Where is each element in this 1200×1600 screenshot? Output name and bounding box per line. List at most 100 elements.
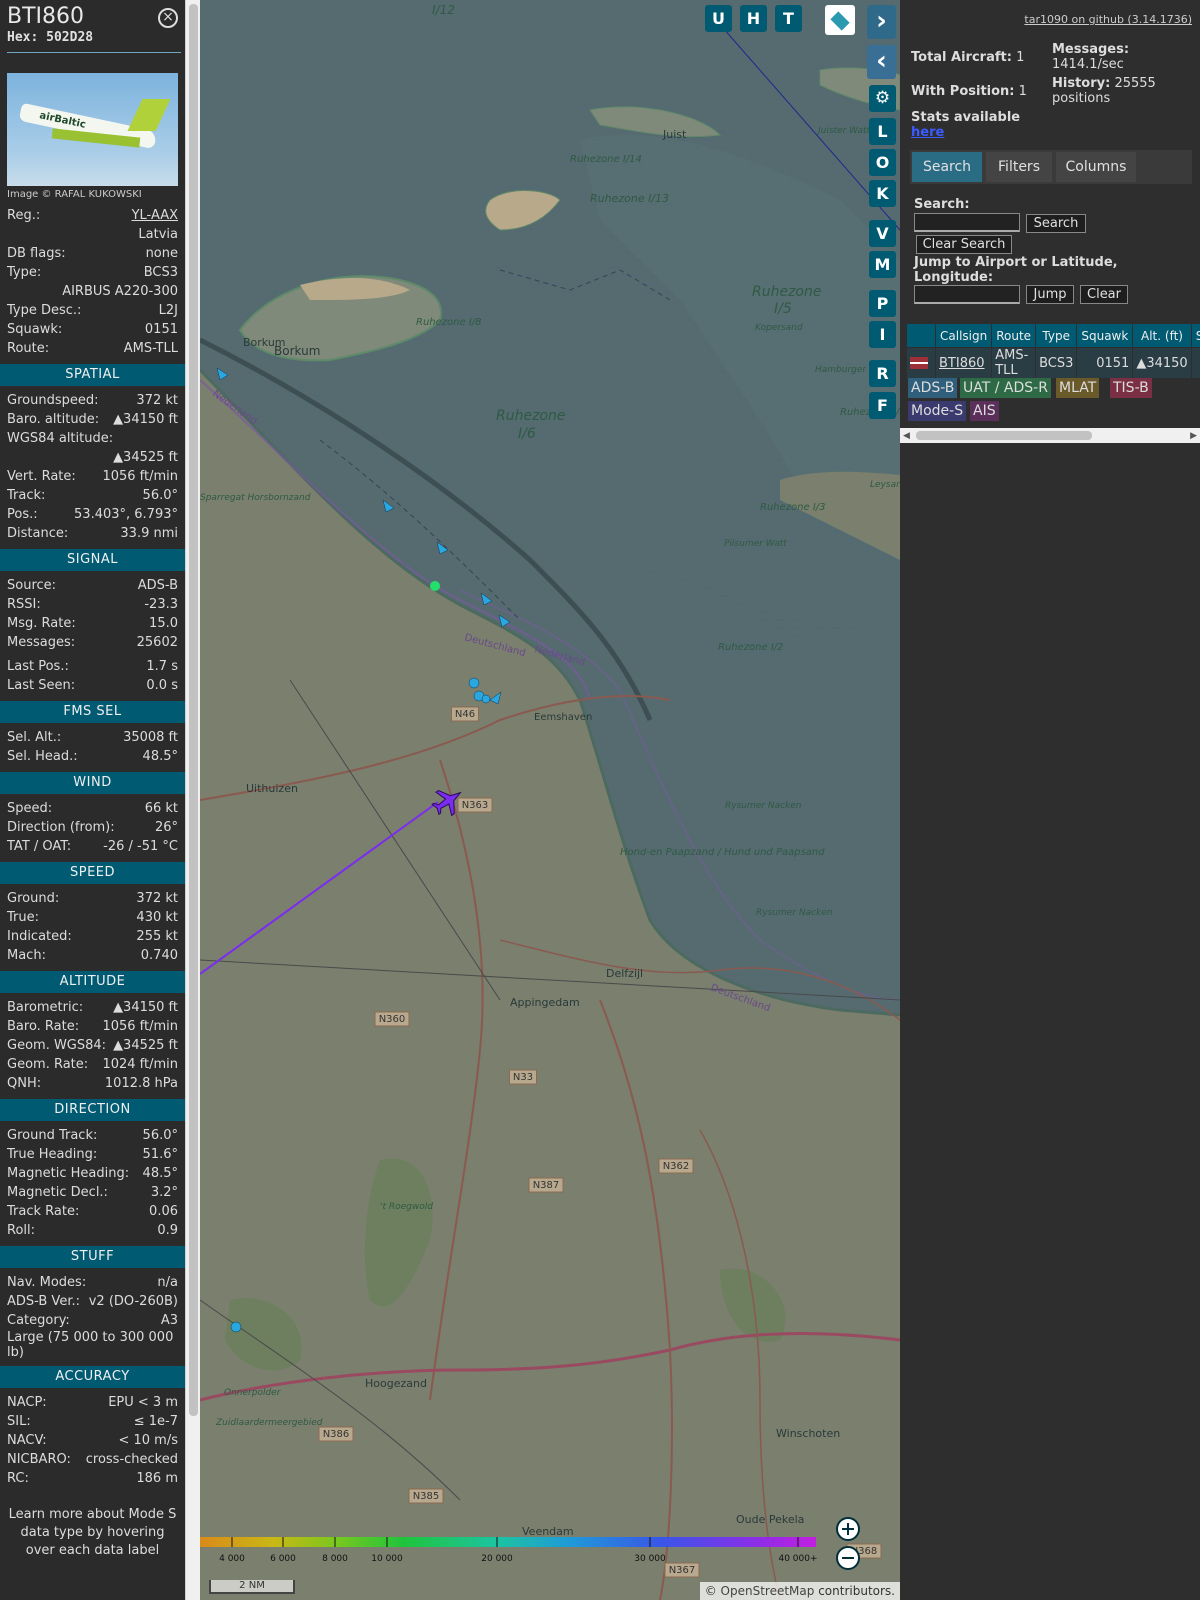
info-key[interactable]: Sel. Alt.: xyxy=(7,728,61,747)
info-key[interactable]: QNH: xyxy=(7,1074,41,1093)
close-icon[interactable]: × xyxy=(158,8,178,28)
map-button-u[interactable]: U xyxy=(705,5,732,32)
info-key[interactable]: Indicated: xyxy=(7,927,72,946)
info-key[interactable]: Type: xyxy=(7,263,41,282)
column-header[interactable]: Squawk xyxy=(1076,323,1134,348)
zoom-out-button[interactable] xyxy=(836,1546,860,1570)
jump-button[interactable]: Jump xyxy=(1026,285,1074,304)
collapse-sidebar-icon[interactable]: ‹ xyxy=(867,45,896,79)
info-key[interactable]: Track: xyxy=(7,486,45,505)
info-key[interactable]: Messages: xyxy=(7,633,75,652)
info-key[interactable]: DB flags: xyxy=(7,244,66,263)
info-key[interactable]: Source: xyxy=(7,576,56,595)
jump-input[interactable] xyxy=(914,285,1020,304)
info-scrollbar[interactable] xyxy=(185,0,200,1600)
info-key[interactable]: Direction (from): xyxy=(7,818,115,837)
info-key[interactable]: Barometric: xyxy=(7,998,83,1017)
cell-callsign[interactable]: BTI860 xyxy=(934,347,992,378)
scroll-right-icon[interactable]: ▶ xyxy=(1190,431,1197,441)
info-key[interactable]: Geom. WGS84: xyxy=(7,1036,106,1055)
map-button-l[interactable]: L xyxy=(869,118,896,145)
map-button-p[interactable]: P xyxy=(869,290,896,317)
info-key[interactable]: Ground: xyxy=(7,889,59,908)
info-key[interactable]: ADS-B Ver.: xyxy=(7,1292,80,1311)
tab-search[interactable]: Search xyxy=(912,152,982,182)
table-horizontal-scrollbar[interactable]: ◀ ▶ xyxy=(900,428,1200,443)
info-key[interactable]: Speed: xyxy=(7,799,52,818)
search-input[interactable] xyxy=(914,213,1020,232)
info-key[interactable]: RSSI: xyxy=(7,595,41,614)
tab-filters[interactable]: Filters xyxy=(986,152,1052,182)
clear-button[interactable]: Clear xyxy=(1080,285,1128,304)
map-button-r[interactable]: R xyxy=(869,360,896,387)
column-header[interactable]: Callsign xyxy=(934,323,993,348)
column-header[interactable]: Route xyxy=(991,323,1037,348)
table-row[interactable]: BTI860 AMS-TLL BCS3 0151 ▲34150 xyxy=(906,347,1200,378)
info-key[interactable]: RC: xyxy=(7,1469,29,1488)
info-key[interactable]: Last Seen: xyxy=(7,676,75,695)
info-key[interactable]: Msg. Rate: xyxy=(7,614,76,633)
map[interactable]: I/12 Juist Borkum Borkum Ruhezone I/14 R… xyxy=(200,0,900,1600)
info-key[interactable]: Distance: xyxy=(7,524,68,543)
info-key[interactable]: Roll: xyxy=(7,1221,35,1240)
info-key[interactable]: Squawk: xyxy=(7,320,62,339)
column-header[interactable]: S xyxy=(1190,323,1200,348)
info-key[interactable]: Category: xyxy=(7,1311,70,1330)
info-key[interactable]: Magnetic Heading: xyxy=(7,1164,129,1183)
scroll-left-icon[interactable]: ◀ xyxy=(903,431,910,441)
stats-link[interactable]: here xyxy=(911,125,944,140)
info-key[interactable]: Track Rate: xyxy=(7,1202,79,1221)
info-key[interactable]: SIL: xyxy=(7,1412,31,1431)
map-button-v[interactable]: V xyxy=(869,220,896,247)
info-key[interactable]: True Heading: xyxy=(7,1145,97,1164)
map-button-h[interactable]: H xyxy=(740,5,767,32)
layers-icon[interactable] xyxy=(825,5,855,35)
info-key[interactable]: Sel. Head.: xyxy=(7,747,78,766)
info-key[interactable]: True: xyxy=(7,908,39,927)
map-button-k[interactable]: K xyxy=(869,180,896,207)
info-key[interactable]: Type Desc.: xyxy=(7,301,81,320)
info-key[interactable]: Groundspeed: xyxy=(7,391,98,410)
aircraft-photo[interactable]: airBaltic xyxy=(7,73,178,186)
registration-link[interactable]: YL-AAX xyxy=(132,206,178,225)
column-header[interactable] xyxy=(906,323,936,348)
info-key[interactable]: NACV: xyxy=(7,1431,47,1450)
info-key[interactable]: Ground Track: xyxy=(7,1126,97,1145)
map-button-o[interactable]: O xyxy=(869,149,896,176)
map-button-f[interactable]: F xyxy=(869,392,896,419)
info-key[interactable]: Baro. altitude: xyxy=(7,410,99,429)
map-button-i[interactable]: I xyxy=(869,321,896,348)
info-key[interactable]: Reg.: xyxy=(7,206,40,225)
info-key[interactable]: TAT / OAT: xyxy=(7,837,71,856)
vessel-marker[interactable] xyxy=(481,694,491,704)
tab-columns[interactable]: Columns xyxy=(1056,152,1136,182)
vessel-marker[interactable] xyxy=(468,677,480,689)
zoom-in-button[interactable] xyxy=(836,1517,860,1541)
column-header[interactable]: Type xyxy=(1035,323,1078,348)
info-key[interactable]: WGS84 altitude: xyxy=(7,429,113,448)
info-key[interactable]: Route: xyxy=(7,339,49,358)
info-scrollbar-thumb[interactable] xyxy=(189,4,198,1416)
settings-gear-icon[interactable]: ⚙ xyxy=(869,85,896,112)
table-scroll-thumb[interactable] xyxy=(916,431,1092,440)
info-key[interactable]: NICBARO: xyxy=(7,1450,71,1469)
info-key[interactable]: Pos.: xyxy=(7,505,38,524)
map-canvas[interactable]: I/12 Juist Borkum Borkum Ruhezone I/14 R… xyxy=(200,0,900,1600)
column-header[interactable]: Alt. (ft) xyxy=(1132,323,1192,348)
info-key[interactable]: Baro. Rate: xyxy=(7,1017,79,1036)
clear-search-button[interactable]: Clear Search xyxy=(916,235,1012,254)
info-key[interactable]: Nav. Modes: xyxy=(7,1273,86,1292)
search-button[interactable]: Search xyxy=(1026,214,1086,233)
info-key[interactable]: NACP: xyxy=(7,1393,47,1412)
osm-link[interactable]: OpenStreetMap xyxy=(721,1584,815,1598)
map-button-t[interactable]: T xyxy=(775,5,802,32)
info-key[interactable]: Last Pos.: xyxy=(7,657,69,676)
info-key[interactable]: Vert. Rate: xyxy=(7,467,76,486)
info-key[interactable]: Magnetic Decl.: xyxy=(7,1183,108,1202)
map-button-m[interactable]: M xyxy=(869,251,896,278)
github-link[interactable]: tar1090 on github (3.14.1736) xyxy=(1024,13,1192,26)
expand-sidebar-icon[interactable]: › xyxy=(867,5,896,39)
info-key[interactable]: Geom. Rate: xyxy=(7,1055,88,1074)
info-key[interactable]: Mach: xyxy=(7,946,46,965)
receiver-marker[interactable] xyxy=(430,581,440,591)
